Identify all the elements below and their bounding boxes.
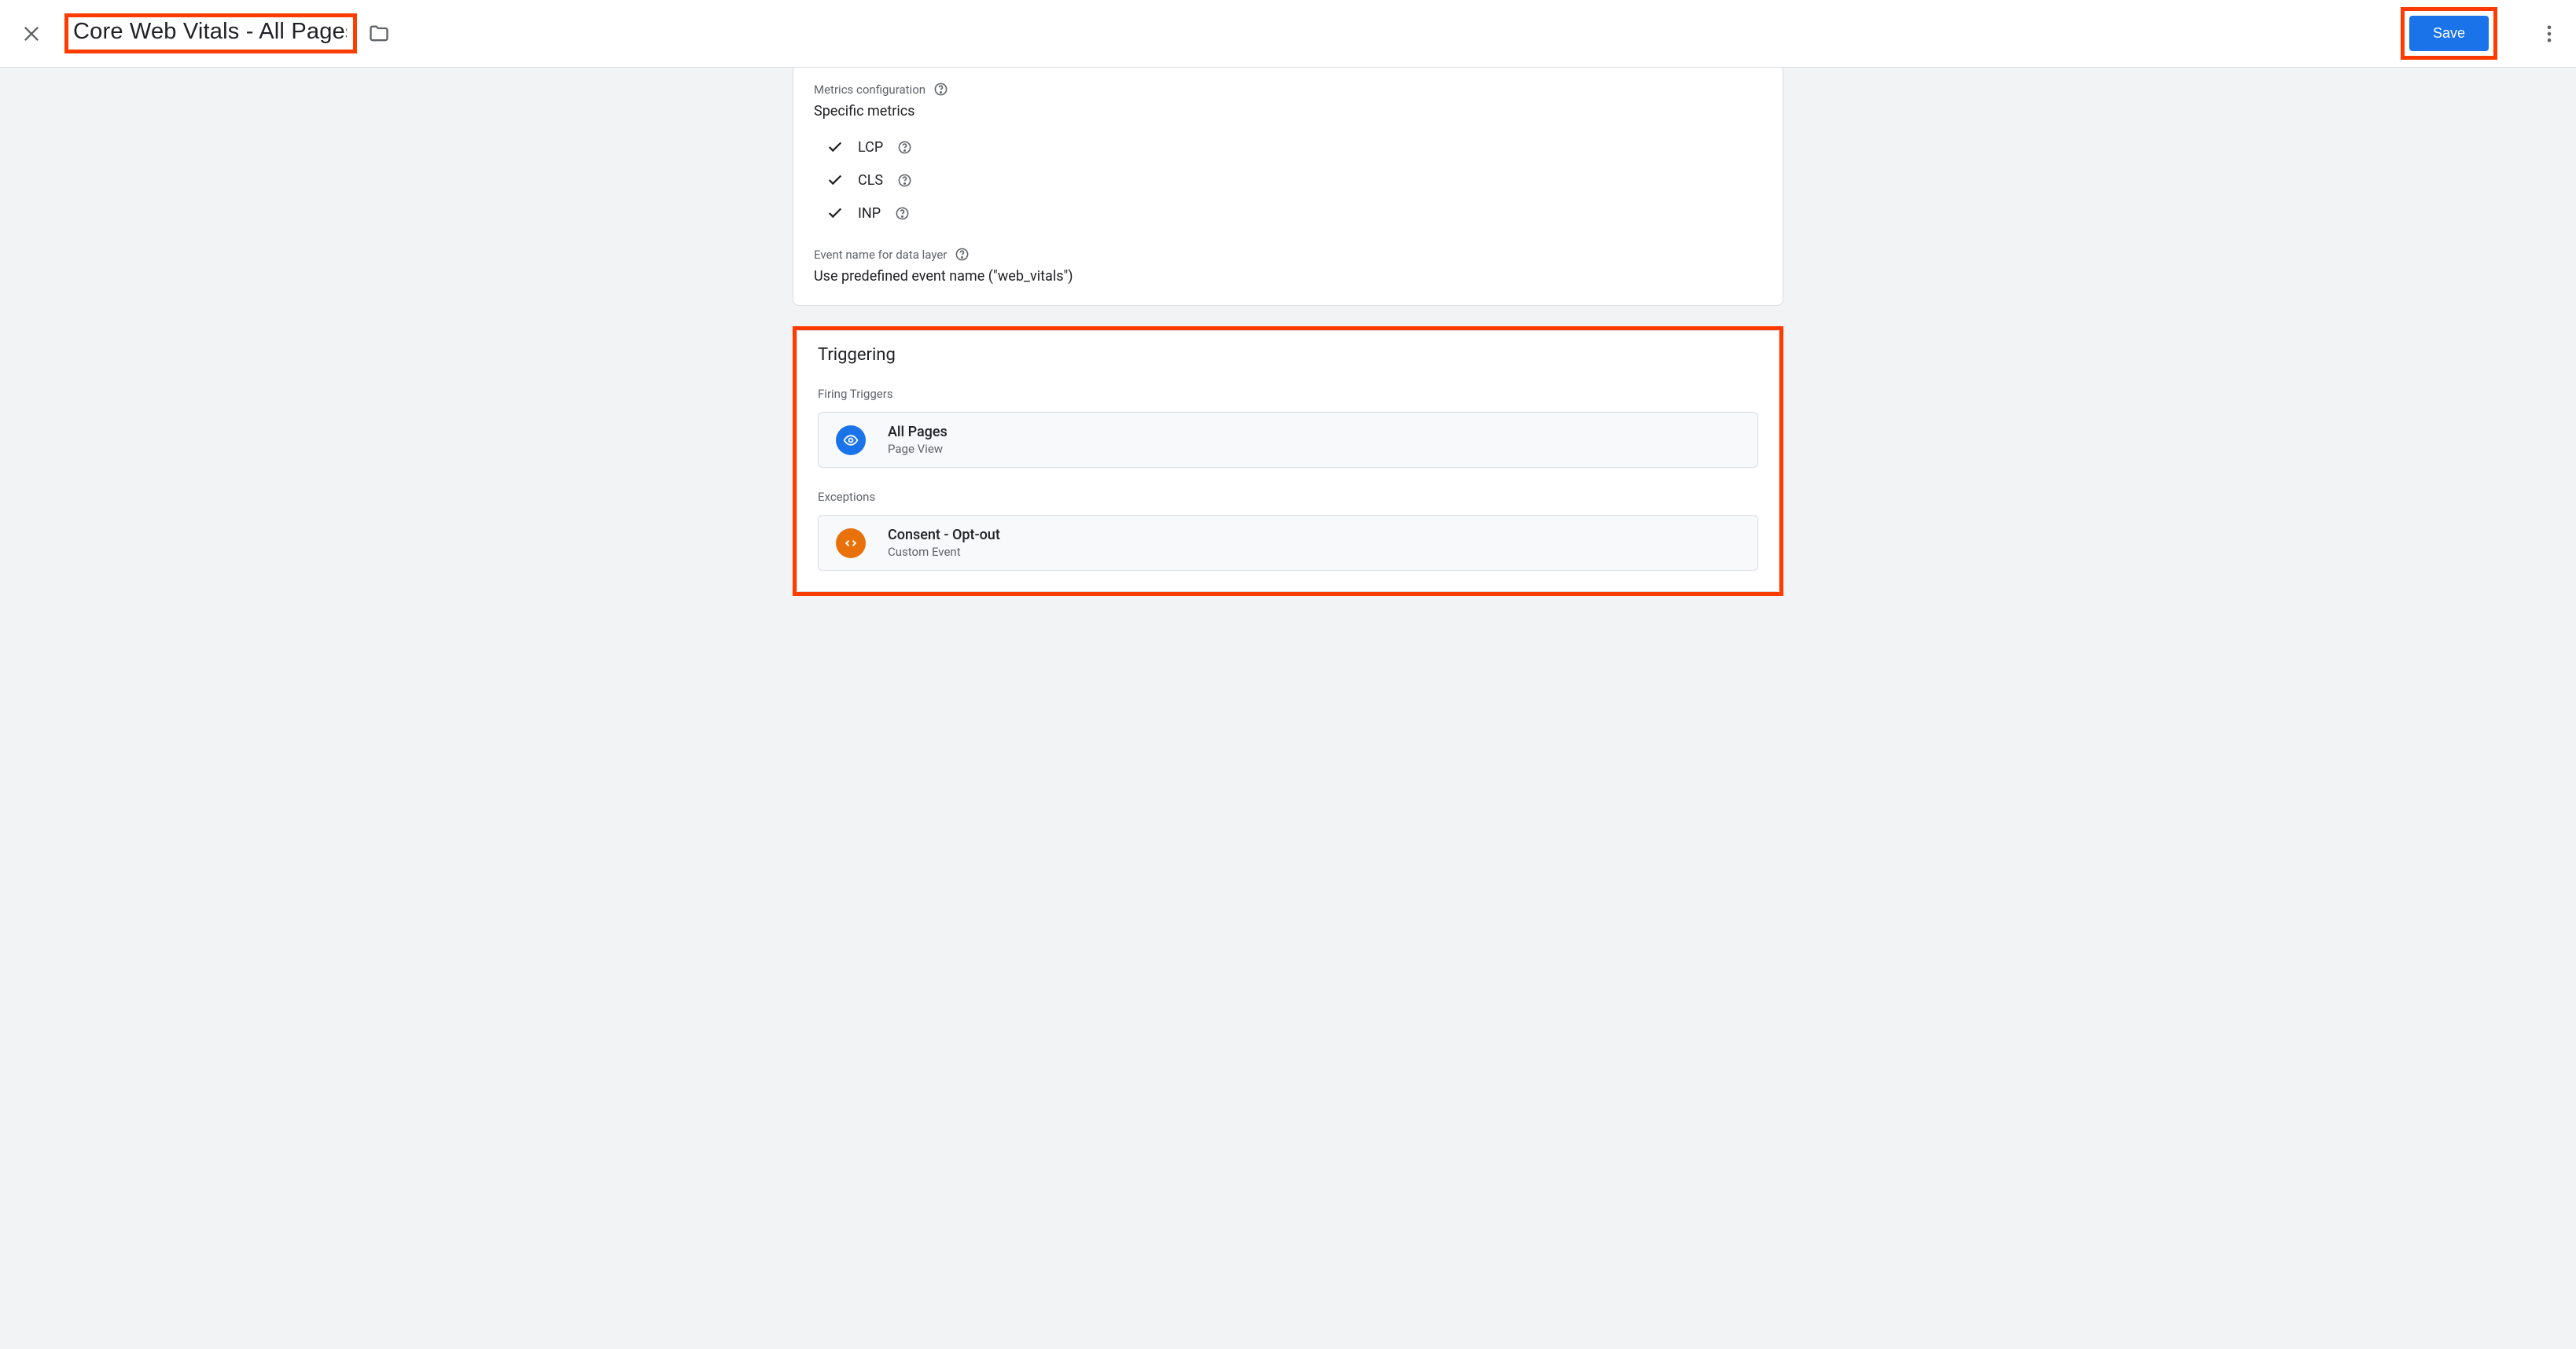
trigger-subtitle: Custom Event xyxy=(888,545,1000,559)
help-icon[interactable] xyxy=(955,247,970,262)
event-name-label-text: Event name for data layer xyxy=(814,248,947,262)
exceptions-label: Exceptions xyxy=(818,490,1758,504)
metrics-config-label-text: Metrics configuration xyxy=(814,83,926,97)
folder-icon[interactable] xyxy=(368,23,390,45)
more-icon[interactable] xyxy=(2538,23,2560,45)
check-icon xyxy=(826,138,844,156)
help-icon[interactable] xyxy=(933,82,948,97)
close-icon[interactable] xyxy=(20,23,42,45)
trigger-title: All Pages xyxy=(888,424,948,440)
tag-configuration-card: Metrics configuration Specific metrics L… xyxy=(793,68,1783,306)
event-name-value: Use predefined event name ("web_vitals") xyxy=(814,268,1762,285)
metric-label: CLS xyxy=(858,172,883,189)
code-icon xyxy=(836,528,866,558)
metrics-list: LCP CLS INP xyxy=(823,130,1762,230)
save-highlight: Save xyxy=(2401,7,2497,60)
triggering-card: Triggering Firing Triggers All Pages Pag… xyxy=(797,330,1779,592)
check-icon xyxy=(826,171,844,189)
firing-triggers-label: Firing Triggers xyxy=(818,387,1758,401)
metric-label: LCP xyxy=(858,139,883,156)
eye-icon xyxy=(836,425,866,455)
metrics-config-label: Metrics configuration xyxy=(814,82,1762,97)
help-icon[interactable] xyxy=(895,206,910,221)
help-icon[interactable] xyxy=(897,140,912,155)
metric-item: CLS xyxy=(823,164,1762,197)
metrics-config-value: Specific metrics xyxy=(814,103,1762,119)
triggering-title: Triggering xyxy=(818,345,1758,365)
firing-trigger-row[interactable]: All Pages Page View xyxy=(818,412,1758,468)
help-icon[interactable] xyxy=(897,173,912,188)
tag-name-highlight xyxy=(64,13,357,53)
save-button[interactable]: Save xyxy=(2409,16,2489,51)
tag-name-input[interactable] xyxy=(73,19,347,45)
event-name-label: Event name for data layer xyxy=(814,247,1762,262)
check-icon xyxy=(826,204,844,222)
metric-label: INP xyxy=(858,205,881,222)
trigger-title: Consent - Opt-out xyxy=(888,527,1000,543)
trigger-subtitle: Page View xyxy=(888,442,948,456)
header: Save xyxy=(0,0,2576,68)
triggering-highlight: Triggering Firing Triggers All Pages Pag… xyxy=(793,326,1783,596)
exception-trigger-row[interactable]: Consent - Opt-out Custom Event xyxy=(818,515,1758,571)
metric-item: LCP xyxy=(823,130,1762,164)
metric-item: INP xyxy=(823,197,1762,230)
